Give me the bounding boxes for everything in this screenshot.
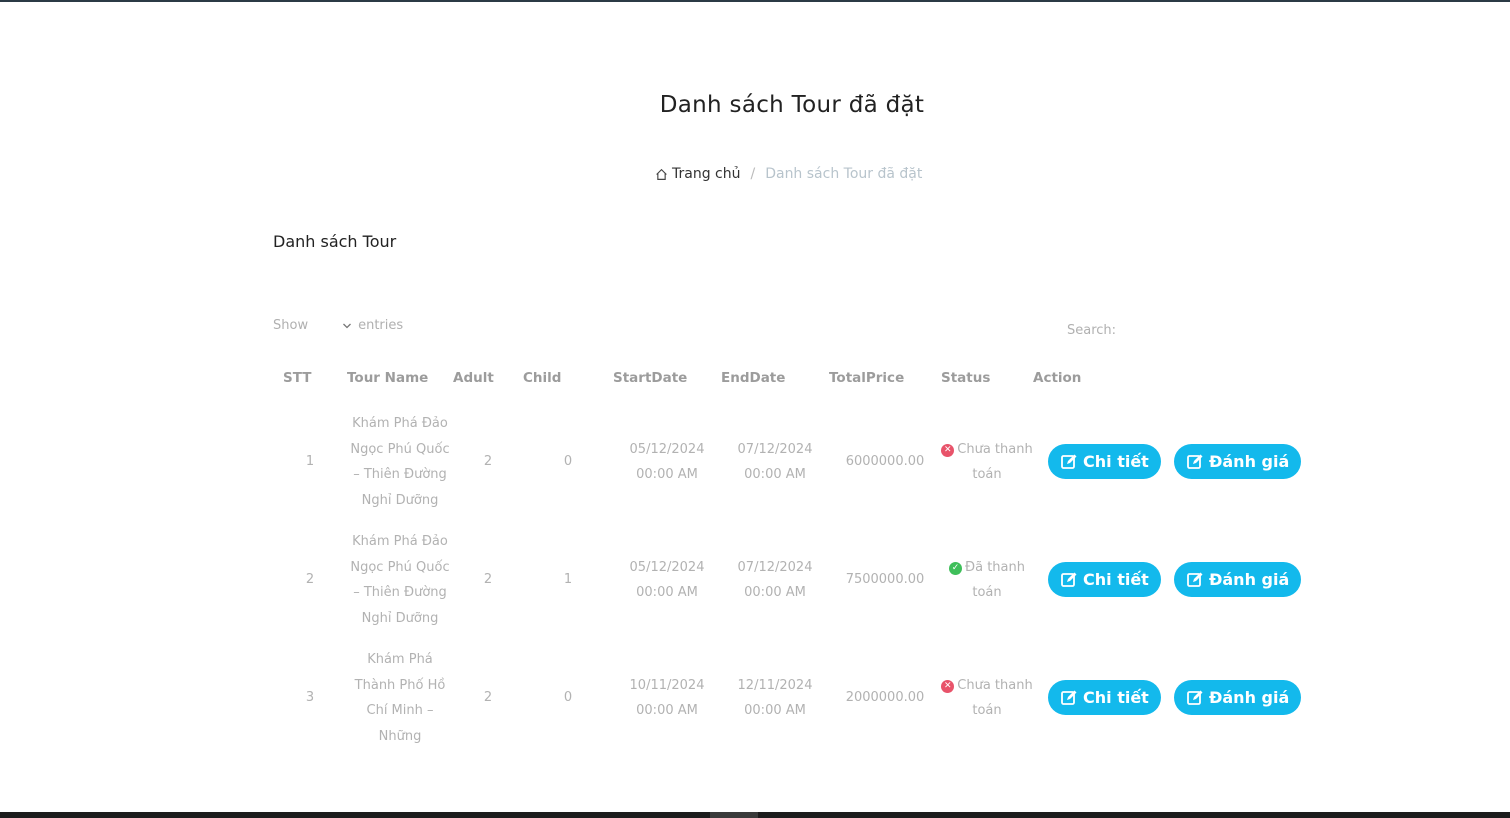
breadcrumb-current: Danh sách Tour đã đặt (765, 166, 923, 182)
cell-tour-name: Khám Phá Đảo Ngọc Phú Quốc – Thiên Đường… (350, 416, 450, 508)
cell-stt: 1 (305, 454, 315, 470)
search-box: Search: (1067, 320, 1277, 340)
chevron-down-icon (343, 323, 352, 328)
table-header-row: STT Tour Name Adult Child StartDate EndD… (273, 366, 1310, 403)
cell-child: 0 (563, 690, 573, 706)
page-title: Danh sách Tour đã đặt (659, 92, 925, 118)
show-entries: Show entries (273, 318, 403, 333)
col-header-status[interactable]: Status (941, 366, 1033, 403)
cell-action: Chi tiết Đánh giá (1033, 403, 1310, 521)
entries-label: entries (358, 318, 404, 333)
cell-adult: 2 (483, 572, 493, 588)
cell-end-date: 07/12/2024 00:00 AM (737, 441, 813, 483)
col-header-stt[interactable]: STT (273, 366, 347, 403)
detail-button[interactable]: Chi tiết (1048, 444, 1161, 479)
show-label: Show (273, 318, 309, 333)
col-header-tour-name[interactable]: Tour Name (347, 366, 453, 403)
edit-icon (1187, 690, 1203, 705)
tours-table: STT Tour Name Adult Child StartDate EndD… (273, 366, 1310, 757)
col-header-total-price[interactable]: TotalPrice (829, 366, 941, 403)
status-text: Đã thanh toán (965, 559, 1025, 601)
review-button-label: Đánh giá (1208, 452, 1290, 471)
col-header-adult[interactable]: Adult (453, 366, 523, 403)
status-text: Chưa thanh toán (957, 677, 1033, 719)
search-input[interactable] (1122, 320, 1277, 340)
table-row: 3 Khám Phá Thành Phố Hồ Chí Minh – Những… (273, 639, 1310, 757)
cell-total-price: 2000000.00 (845, 690, 925, 706)
cell-start-date: 05/12/2024 00:00 AM (629, 441, 705, 483)
scrollbar-thumb[interactable] (710, 812, 758, 818)
edit-icon (1061, 690, 1077, 705)
detail-button-label: Chi tiết (1083, 452, 1149, 471)
breadcrumb-separator: / (750, 166, 756, 182)
cell-action: Chi tiết Đánh giá (1033, 521, 1310, 639)
cell-action: Chi tiết Đánh giá (1033, 639, 1310, 757)
cell-total-price: 7500000.00 (845, 572, 925, 588)
cell-end-date: 12/11/2024 00:00 AM (737, 677, 813, 719)
detail-button-label: Chi tiết (1083, 688, 1149, 707)
cell-status: ✓ Đã thanh toán (941, 521, 1033, 639)
cell-start-date: 10/11/2024 00:00 AM (629, 677, 705, 719)
cell-end-date: 07/12/2024 00:00 AM (737, 559, 813, 601)
entries-select[interactable] (308, 322, 352, 330)
cell-status: ✕ Chưa thanh toán (941, 639, 1033, 757)
cell-tour-name: Khám Phá Đảo Ngọc Phú Quốc – Thiên Đường… (350, 534, 450, 626)
col-header-end-date[interactable]: EndDate (721, 366, 829, 403)
section-title: Danh sách Tour (273, 232, 397, 251)
times-circle-icon: ✕ (941, 443, 955, 457)
cell-adult: 2 (483, 454, 493, 470)
cell-status: ✕ Chưa thanh toán (941, 403, 1033, 521)
breadcrumb-home-label: Trang chủ (672, 166, 741, 182)
cell-child: 1 (563, 572, 573, 588)
detail-button[interactable]: Chi tiết (1048, 562, 1161, 597)
check-circle-icon: ✓ (949, 561, 963, 575)
col-header-child[interactable]: Child (523, 366, 613, 403)
edit-icon (1061, 572, 1077, 587)
breadcrumb-home[interactable]: Trang chủ (655, 166, 740, 182)
col-header-start-date[interactable]: StartDate (613, 366, 721, 403)
bottom-scrollbar[interactable] (0, 812, 1510, 818)
search-label: Search: (1067, 322, 1117, 338)
times-circle-icon: ✕ (941, 679, 955, 693)
cell-total-price: 6000000.00 (845, 454, 925, 470)
top-border (0, 0, 1510, 2)
review-button[interactable]: Đánh giá (1173, 444, 1302, 479)
review-button-label: Đánh giá (1208, 688, 1290, 707)
status-text: Chưa thanh toán (957, 441, 1033, 483)
edit-icon (1187, 572, 1203, 587)
cell-stt: 3 (305, 690, 315, 706)
col-header-action: Action (1033, 370, 1082, 386)
edit-icon (1061, 454, 1077, 469)
breadcrumb: Trang chủ / Danh sách Tour đã đặt (655, 166, 922, 182)
edit-icon (1187, 454, 1203, 469)
review-button[interactable]: Đánh giá (1173, 562, 1302, 597)
cell-stt: 2 (305, 572, 315, 588)
review-button[interactable]: Đánh giá (1173, 680, 1302, 715)
table-row: 2 Khám Phá Đảo Ngọc Phú Quốc – Thiên Đườ… (273, 521, 1310, 639)
cell-tour-name: Khám Phá Thành Phố Hồ Chí Minh – Những (354, 652, 446, 744)
review-button-label: Đánh giá (1208, 570, 1290, 589)
cell-child: 0 (563, 454, 573, 470)
cell-start-date: 05/12/2024 00:00 AM (629, 559, 705, 601)
detail-button[interactable]: Chi tiết (1048, 680, 1161, 715)
detail-button-label: Chi tiết (1083, 570, 1149, 589)
table-row: 1 Khám Phá Đảo Ngọc Phú Quốc – Thiên Đườ… (273, 403, 1310, 521)
home-icon (656, 168, 667, 180)
cell-adult: 2 (483, 690, 493, 706)
